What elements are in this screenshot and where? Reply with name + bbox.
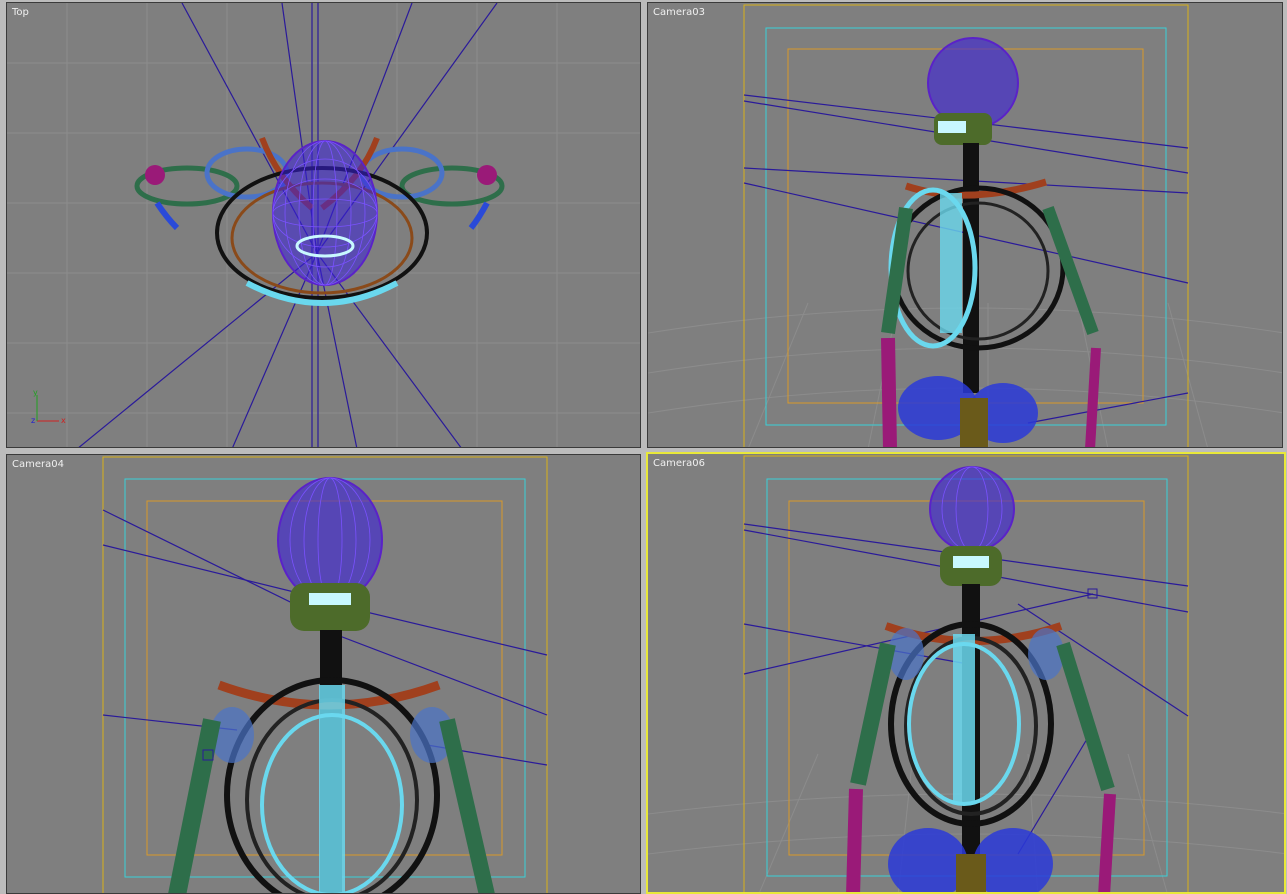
- top-view-canvas: x y z: [7, 3, 640, 447]
- viewport-label-camera03[interactable]: Camera03: [653, 7, 705, 18]
- viewport-label-camera04[interactable]: Camera04: [12, 459, 64, 470]
- viewport-camera03[interactable]: Camera03: [647, 2, 1283, 448]
- viewport-top[interactable]: Top x y z: [6, 2, 641, 448]
- viewport-camera06[interactable]: Camera06: [646, 452, 1286, 894]
- axis-y-label: y: [33, 388, 38, 397]
- viewport-label-camera06[interactable]: Camera06: [653, 458, 705, 469]
- axis-x-label: x: [61, 416, 66, 425]
- camera03-canvas: [648, 4, 1282, 447]
- axis-z-label: z: [31, 416, 35, 425]
- viewport-label-top[interactable]: Top: [12, 7, 29, 18]
- camera04-canvas: [102, 456, 548, 893]
- viewport-camera04[interactable]: Camera04: [6, 454, 641, 894]
- camera06-canvas: [648, 455, 1284, 892]
